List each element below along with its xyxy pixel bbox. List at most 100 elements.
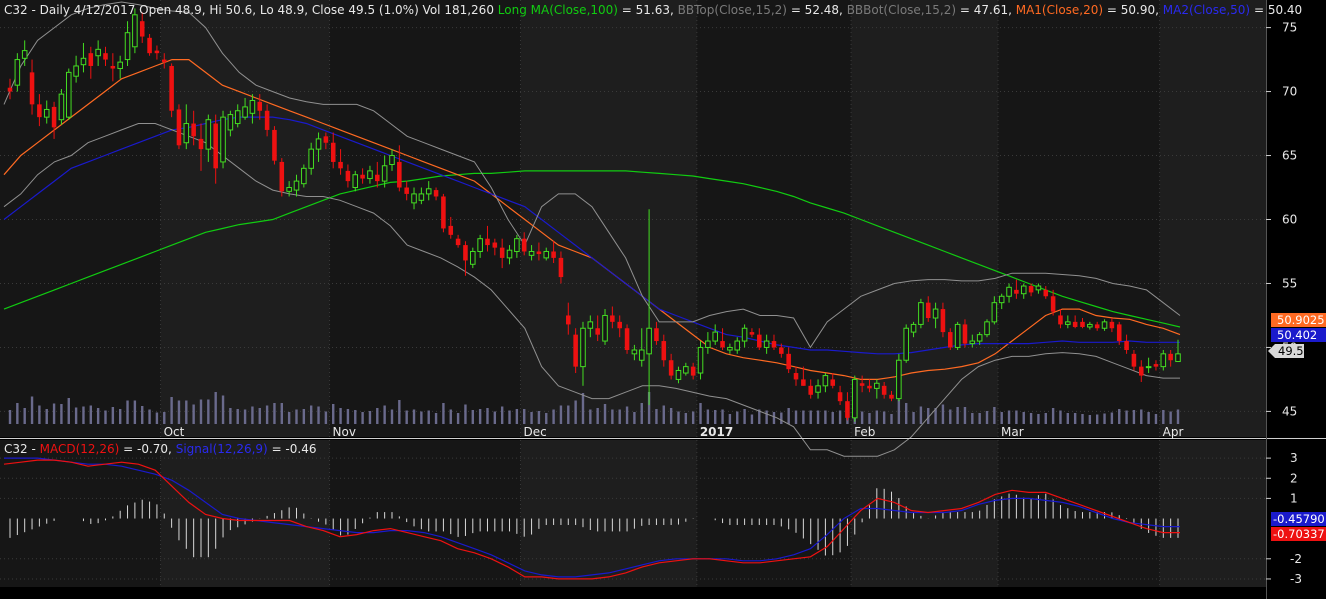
- macd-tick-label: 1: [1290, 491, 1298, 505]
- candle-down: [1014, 289, 1019, 294]
- candle-down: [29, 72, 35, 105]
- volume-bar: [824, 410, 827, 424]
- candle-down: [801, 379, 806, 386]
- volume-bar: [30, 396, 34, 424]
- candle-up: [132, 14, 138, 48]
- candle-up: [528, 250, 535, 256]
- candle-up: [631, 349, 638, 355]
- ma1-tag-text: 50.9025: [1277, 313, 1325, 327]
- volume-bar: [1073, 413, 1077, 424]
- candle-up: [976, 334, 983, 342]
- volume-bar: [714, 410, 717, 424]
- volume-bar: [118, 409, 122, 424]
- candle-up: [587, 321, 594, 329]
- candle-down: [610, 315, 615, 322]
- volume-bar: [45, 409, 48, 424]
- volume-bar: [185, 400, 188, 424]
- signal-tag-text: -0.45790: [1273, 512, 1325, 526]
- volume-bar: [1007, 410, 1011, 424]
- candle-down: [492, 242, 498, 248]
- candle-up: [418, 193, 425, 201]
- candle-up: [1160, 353, 1167, 368]
- candle-up: [381, 165, 388, 182]
- macd-value: = -0.70,: [123, 442, 172, 456]
- candle-down: [668, 360, 674, 376]
- candle-down: [345, 170, 351, 182]
- ma1-value: = 50.90,: [1107, 3, 1159, 17]
- volume-bar: [478, 409, 482, 424]
- macd-tick-label: -3: [1290, 572, 1302, 586]
- candle-down: [37, 104, 42, 118]
- volume-bar: [728, 414, 732, 424]
- candle-up: [910, 323, 917, 333]
- candle-down: [786, 353, 791, 370]
- volume-bar: [978, 413, 981, 424]
- candle-down: [867, 385, 872, 389]
- candle-up: [815, 385, 821, 393]
- candle-down: [139, 21, 145, 37]
- volume-bar: [1125, 410, 1128, 424]
- candle-up: [205, 119, 212, 150]
- volume-bar: [1000, 412, 1003, 424]
- candle-down: [536, 251, 542, 255]
- volume-bar: [1110, 412, 1114, 424]
- volume-bar: [919, 406, 923, 424]
- candle-up: [425, 188, 432, 195]
- month-label: Nov: [333, 425, 356, 439]
- volume-bar: [221, 395, 225, 424]
- ma100-label: Long MA(Close,100): [498, 3, 618, 17]
- candle-up: [918, 302, 924, 325]
- candle-up: [506, 249, 513, 259]
- volume-bar: [170, 397, 173, 424]
- bbtop-value: = 52.48,: [791, 3, 843, 17]
- volume-bar: [1081, 414, 1084, 424]
- macd-tick-label: 2: [1290, 471, 1298, 485]
- volume-bar: [699, 403, 702, 424]
- candle-up: [822, 375, 829, 387]
- candle-up: [1175, 353, 1181, 363]
- candle-up: [683, 366, 689, 374]
- volume-bar: [390, 409, 394, 424]
- volume-bar: [60, 404, 63, 424]
- volume-bar: [236, 409, 239, 424]
- volume-bar: [89, 405, 93, 424]
- candle-down: [1138, 366, 1144, 376]
- volume-bar: [1140, 409, 1143, 424]
- volume-bar: [207, 399, 210, 424]
- candle-down: [338, 161, 343, 169]
- candle-down: [624, 328, 630, 350]
- candle-up: [73, 65, 79, 77]
- volume-bar: [471, 410, 474, 424]
- volume-bar: [74, 407, 78, 424]
- volume-bar: [523, 409, 526, 424]
- volume-bar: [1088, 415, 1092, 424]
- volume-bar: [1066, 413, 1070, 424]
- volume-bar: [96, 408, 100, 424]
- candle-up: [293, 180, 300, 191]
- volume-bar: [8, 410, 12, 424]
- candle-up: [638, 349, 645, 361]
- volume-bar: [104, 410, 107, 424]
- candle-down: [499, 247, 505, 258]
- candle-down: [551, 251, 556, 258]
- candle-down: [845, 401, 850, 418]
- volume-bar: [1095, 414, 1099, 424]
- candle-down: [661, 341, 667, 361]
- candle-up: [477, 238, 483, 252]
- volume-bar: [420, 411, 423, 424]
- candle-down: [264, 110, 270, 130]
- macd-tick-label: -2: [1290, 552, 1302, 566]
- volume-bar: [581, 393, 585, 424]
- candle-up: [852, 378, 858, 419]
- month-label: Dec: [524, 425, 547, 439]
- volume-bar: [816, 410, 820, 424]
- volume-bar: [559, 405, 563, 424]
- close-tag-text: 49.5: [1278, 344, 1304, 358]
- candle-up: [308, 148, 314, 169]
- volume-bar: [427, 410, 430, 424]
- candle-down: [397, 161, 402, 188]
- volume-bar: [273, 403, 276, 424]
- candle-down: [110, 65, 116, 69]
- candle-down: [433, 190, 439, 197]
- price-tick-label: 55: [1282, 276, 1297, 290]
